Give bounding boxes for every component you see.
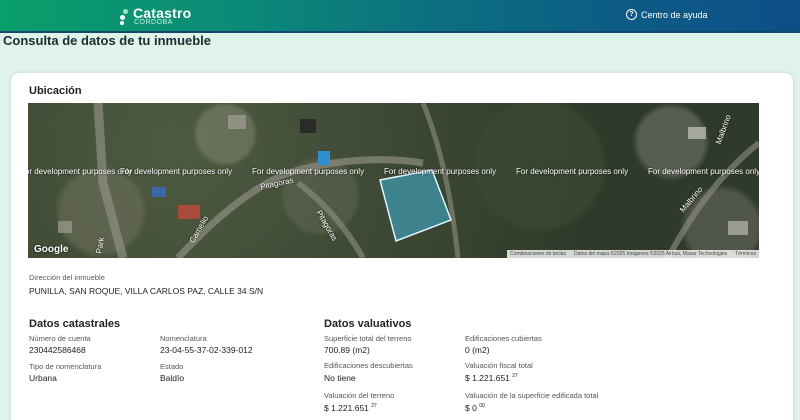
address-label: Dirección del inmueble <box>29 273 105 282</box>
help-center-label: Centro de ayuda <box>641 9 708 20</box>
page-title: Consulta de datos de tu inmueble <box>3 33 212 48</box>
fiscal-valuation-label: Valuación fiscal total <box>465 361 533 370</box>
keyboard-shortcuts-link[interactable]: Combinaciones de teclas <box>510 251 566 257</box>
property-card: Ubicación For development purposes only … <box>11 73 793 420</box>
land-valuation-value: $ 1.221.651 27 <box>324 403 377 413</box>
covered-buildings-value: 0 (m2) <box>465 345 490 355</box>
help-circle-icon: ? <box>626 9 637 20</box>
nomenclature-type-label: Tipo de nomenclatura <box>29 362 102 371</box>
map-watermark: For development purposes only <box>252 167 365 176</box>
uncovered-buildings-label: Edificaciones descubiertas <box>324 361 413 370</box>
location-title: Ubicación <box>29 85 82 97</box>
land-area-label: Superficie total del terreno <box>324 334 412 343</box>
top-bar: Catastro CÓRDOBA ? Centro de ayuda <box>0 0 800 31</box>
map-watermark: For development purposes only <box>28 167 133 176</box>
logo-mark-icon <box>120 9 129 25</box>
nomenclature-value: 23-04-55-37-02-339-012 <box>160 345 253 355</box>
address-value: PUNILLA, SAN ROQUE, VILLA CARLOS PAZ, CA… <box>29 286 264 296</box>
map-watermark: For development purposes only <box>648 167 759 176</box>
built-valuation-label: Valuación de la superficie edificada tot… <box>465 391 599 400</box>
map-attribution: Combinaciones de teclas Datos del mapa ©… <box>507 250 759 258</box>
covered-buildings-label: Edificaciones cubiertas <box>465 334 542 343</box>
account-number-value: 230442586468 <box>29 345 86 355</box>
state-label: Estado <box>160 362 184 371</box>
uncovered-buildings-value: No tiene <box>324 373 356 383</box>
satellite-map[interactable]: For development purposes only For develo… <box>28 103 759 258</box>
built-valuation-value: $ 0 00 <box>465 403 485 413</box>
fiscal-valuation-value: $ 1.221.651 27 <box>465 373 518 383</box>
state-value: Baldío <box>160 373 185 383</box>
cadastral-title: Datos catastrales <box>29 318 121 330</box>
map-overlay <box>58 103 759 258</box>
map-watermark: For development purposes only <box>384 167 497 176</box>
valuation-title: Datos valuativos <box>324 318 412 330</box>
land-valuation-label: Valuación del terreno <box>324 391 395 400</box>
nomenclature-label: Nomenclatura <box>160 334 207 343</box>
parcel-polygon <box>379 169 452 242</box>
map-watermark: For development purposes only <box>516 167 629 176</box>
land-area-value: 700.89 (m2) <box>324 345 370 355</box>
account-number-label: Número de cuenta <box>29 334 91 343</box>
map-watermark: For development purposes only <box>120 167 233 176</box>
help-center-link[interactable]: ? Centro de ayuda <box>626 9 708 20</box>
nomenclature-type-value: Urbana <box>29 373 57 383</box>
terms-link[interactable]: Términos <box>735 251 756 257</box>
google-logo: Google <box>34 244 69 255</box>
map-data-credit: Datos del mapa ©2025 Imágenes ©2025 Airb… <box>573 251 728 257</box>
logo-subtext: CÓRDOBA <box>134 19 173 26</box>
